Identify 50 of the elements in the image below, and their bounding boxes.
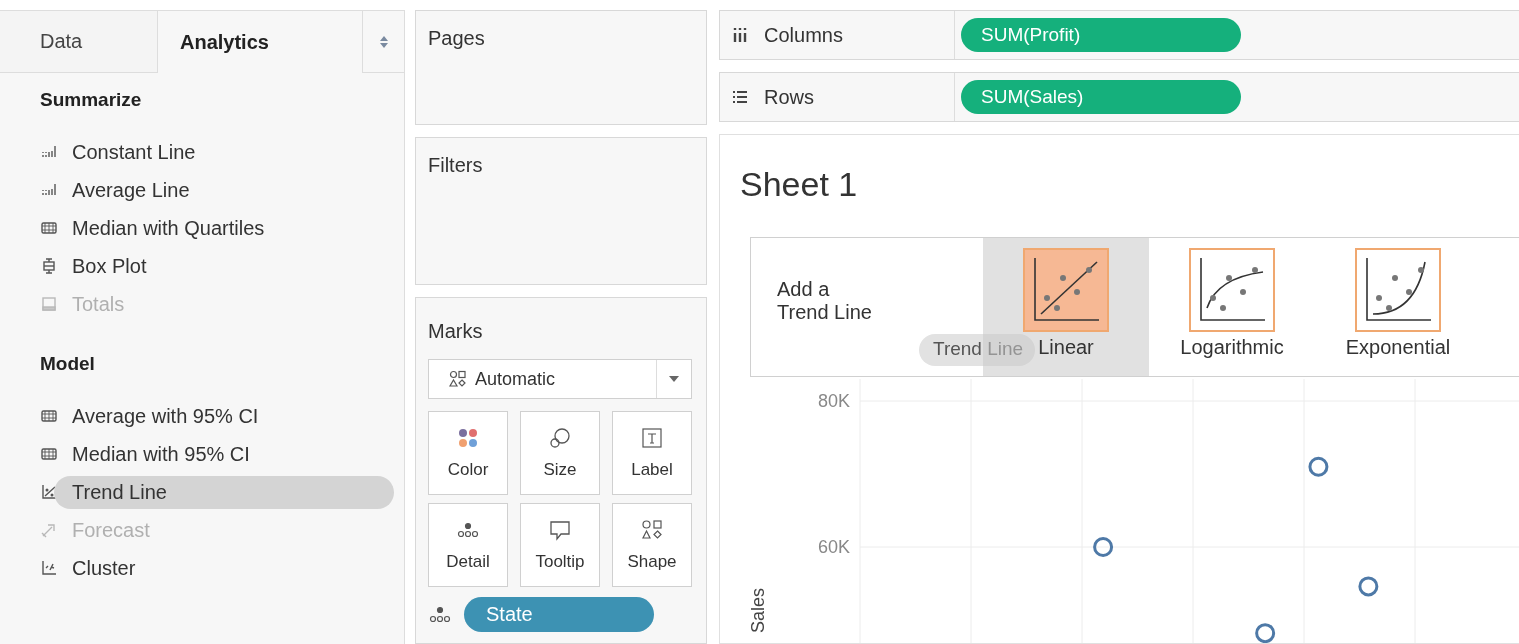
data-point xyxy=(1255,623,1276,643)
data-point xyxy=(1358,576,1379,597)
size-icon xyxy=(548,426,572,450)
analytics-item[interactable]: Trend Line xyxy=(54,475,394,509)
color-icon xyxy=(456,426,480,450)
prompt-text: Trend Line xyxy=(777,301,873,324)
analytics-item[interactable]: Cluster xyxy=(54,551,394,585)
log-trend-icon xyxy=(1189,248,1275,332)
analytics-item[interactable]: Median with 95% CI xyxy=(54,437,394,471)
drag-pill: Trend Line xyxy=(919,334,1035,366)
mark-property-button[interactable]: Shape xyxy=(612,503,692,587)
mark-type-dropdown[interactable]: Automatic xyxy=(428,359,692,399)
shape-icon xyxy=(640,518,664,542)
section-heading: Model xyxy=(40,353,96,375)
mark-property-button[interactable]: Label xyxy=(612,411,692,495)
analytics-item[interactable]: Average with 95% CI xyxy=(54,399,394,433)
axis-title: Sales xyxy=(748,587,768,633)
mark-property-button[interactable]: Tooltip xyxy=(520,503,600,587)
analytics-item[interactable]: Median with Quartiles xyxy=(54,211,394,245)
mark-property-button[interactable]: Color xyxy=(428,411,508,495)
exp-trend-icon xyxy=(1355,248,1441,332)
linear-trend-icon xyxy=(1023,248,1109,332)
axis-tick-label: 60K xyxy=(817,537,850,557)
columns-icon xyxy=(732,27,748,43)
sort-icon[interactable] xyxy=(378,34,389,49)
label-icon xyxy=(640,426,664,450)
shelf-label: Rows xyxy=(764,85,814,109)
data-point xyxy=(1093,537,1114,557)
detail-icon xyxy=(428,604,452,625)
analytics-item[interactable]: Average Line xyxy=(54,173,394,207)
analytics-item[interactable]: Box Plot xyxy=(54,249,394,283)
prompt-text: Add a xyxy=(777,278,831,301)
section-heading: Summarize xyxy=(40,89,143,111)
tooltip-icon xyxy=(548,518,572,542)
mark-property-button[interactable]: Size xyxy=(520,411,600,495)
analytics-item[interactable]: Constant Line xyxy=(54,135,394,169)
sheet-title: Sheet 1 xyxy=(740,165,858,204)
list-icon xyxy=(732,89,748,105)
trend-option[interactable]: Logarithmic xyxy=(1149,238,1315,376)
field-pill[interactable]: State xyxy=(464,597,654,632)
shelf-label: Columns xyxy=(764,23,843,47)
trend-option[interactable]: Exponential xyxy=(1315,238,1481,376)
shelf-title: Pages xyxy=(428,27,486,50)
axis-tick-label: 80K xyxy=(817,391,850,411)
shapes-icon xyxy=(449,370,467,388)
data-point xyxy=(1308,456,1329,477)
shelf-title: Filters xyxy=(428,154,484,177)
caret-icon xyxy=(669,376,679,382)
marks-title: Marks xyxy=(428,320,484,343)
mark-property-button[interactable]: Detail xyxy=(428,503,508,587)
